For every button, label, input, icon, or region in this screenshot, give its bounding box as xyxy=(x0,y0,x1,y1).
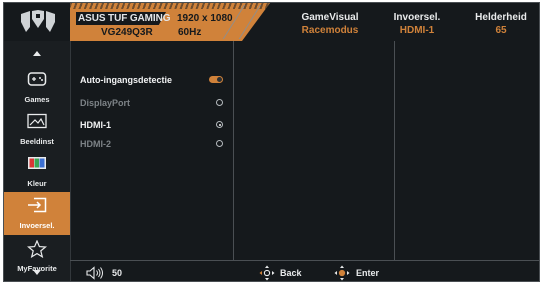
sidebar-item-label: Invoersel. xyxy=(19,221,55,230)
footer-bar: 50 Back Enter xyxy=(70,260,539,281)
back-label: Back xyxy=(280,268,302,278)
tuf-logo xyxy=(4,3,72,41)
refresh-rate: 60Hz xyxy=(178,27,202,38)
enter-label: Enter xyxy=(356,268,380,278)
detail-column xyxy=(395,41,539,260)
value-column xyxy=(234,41,395,260)
option-label: HDMI-1 xyxy=(80,120,111,130)
osd-menu: ASUS TUF GAMING VG249Q3R 1920 x 1080 60H… xyxy=(3,2,540,282)
status-gamevisual: GameVisual Racemodus xyxy=(282,12,378,36)
sidebar-item-label: Games xyxy=(24,95,50,104)
status-label: Invoersel. xyxy=(393,12,441,23)
status-label: Helderheid xyxy=(475,12,527,23)
option-label: DisplayPort xyxy=(80,98,131,108)
model-name: VG249Q3R xyxy=(101,27,153,38)
displayport-radio[interactable] xyxy=(216,99,223,106)
hdmi-1-radio[interactable] xyxy=(216,121,223,128)
sidebar-item-beeldinst[interactable]: Beeldinst xyxy=(4,108,70,150)
sidebar-item-label: Kleur xyxy=(27,179,47,188)
sidebar-item-invoersel[interactable]: Invoersel. xyxy=(4,192,70,235)
option-label: HDMI-2 xyxy=(80,139,111,149)
status-value: Racemodus xyxy=(301,25,359,36)
joystick-press-icon xyxy=(334,265,350,281)
image-icon xyxy=(27,113,47,134)
color-bars-icon xyxy=(27,155,47,176)
speaker-icon xyxy=(86,266,104,281)
joystick-left-icon xyxy=(259,265,275,281)
auto-detect-toggle[interactable] xyxy=(209,76,223,83)
gamepad-icon xyxy=(27,71,47,92)
status-label: GameVisual xyxy=(301,12,359,23)
scroll-up-arrow-icon[interactable] xyxy=(33,51,41,56)
sidebar-item-kleur[interactable]: Kleur xyxy=(4,150,70,192)
status-value: 65 xyxy=(495,25,507,36)
sidebar-item-label: Beeldinst xyxy=(20,137,54,146)
volume-value: 50 xyxy=(112,268,123,278)
header-bar: ASUS TUF GAMING VG249Q3R 1920 x 1080 60H… xyxy=(4,3,539,41)
sidebar: Games Beeldinst Kleur Invoersel. MyFavor… xyxy=(4,41,71,281)
submenu-column xyxy=(70,41,234,260)
star-icon xyxy=(26,239,48,263)
status-value: HDMI-1 xyxy=(399,25,435,36)
brand-name: ASUS TUF GAMING xyxy=(78,13,171,24)
scroll-down-arrow-icon[interactable] xyxy=(33,270,41,275)
status-brightness: Helderheid 65 xyxy=(466,12,536,36)
input-icon xyxy=(27,197,47,218)
resolution: 1920 x 1080 xyxy=(177,13,233,24)
option-label: Auto-ingangsdetectie xyxy=(80,75,173,85)
hdmi-2-radio[interactable] xyxy=(216,140,223,147)
sidebar-item-games[interactable]: Games xyxy=(4,66,70,108)
status-input: Invoersel. HDMI-1 xyxy=(382,12,452,36)
